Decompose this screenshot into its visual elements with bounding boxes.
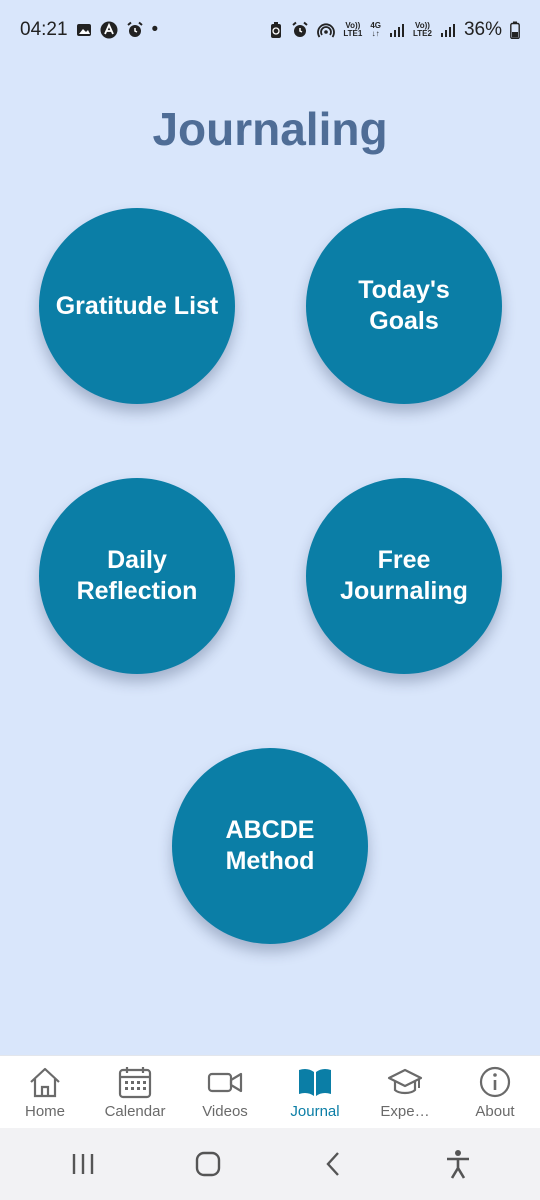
accessibility-icon: [446, 1150, 469, 1179]
nav-label-videos: Videos: [202, 1102, 248, 1120]
data-arrows-icon: ↓↑: [371, 29, 380, 38]
nav-item-about[interactable]: About: [450, 1056, 540, 1129]
video-icon: [207, 1072, 243, 1092]
gallery-icon: [76, 22, 92, 38]
volte2-indicator: Vo)) LTE2: [413, 22, 432, 38]
alarm-icon-right: [291, 21, 309, 39]
status-dot: •: [151, 19, 159, 40]
book-icon: [299, 1068, 331, 1096]
gratitude-list-button[interactable]: Gratitude List: [39, 208, 235, 404]
nav-label-about: About: [475, 1102, 515, 1120]
abcde-method-label: ABCDE Method: [225, 816, 315, 875]
signal-icon-2: [440, 22, 456, 38]
accessibility-button[interactable]: [428, 1134, 488, 1194]
app-notification-icon: [100, 21, 118, 39]
home-icon: [30, 1067, 60, 1097]
todays-goals-button[interactable]: Today's Goals: [306, 208, 502, 404]
daily-reflection-label: Daily Reflection: [76, 546, 198, 605]
status-left: 04:21 •: [20, 19, 158, 41]
nav-label-home: Home: [24, 1102, 65, 1120]
status-right: Vo)) LTE1 4G ↓↑ Vo)) LTE2 36%: [269, 19, 520, 41]
signal-icon-1: [389, 22, 405, 38]
volte1-indicator: Vo)) LTE1: [343, 22, 362, 38]
home-circle-icon: [195, 1151, 220, 1177]
nav-label-journal: Journal: [290, 1102, 340, 1120]
recent-apps-button[interactable]: [53, 1134, 113, 1194]
graduation-cap-icon: [387, 1068, 423, 1094]
battery-saver-icon: [269, 21, 283, 39]
nav-item-home[interactable]: Home: [0, 1056, 90, 1129]
home-system-button[interactable]: [178, 1134, 238, 1194]
nav-item-videos[interactable]: Videos: [180, 1056, 270, 1129]
recent-apps-icon: [72, 1154, 93, 1174]
gratitude-list-label: Gratitude List: [55, 291, 219, 320]
back-chevron-icon: [325, 1152, 339, 1176]
daily-reflection-button[interactable]: Daily Reflection: [39, 478, 235, 674]
free-journaling-button[interactable]: Free Journaling: [306, 478, 502, 674]
todays-goals-label: Today's Goals: [358, 276, 450, 335]
lte1-label: LTE1: [343, 29, 363, 38]
back-button[interactable]: [303, 1134, 363, 1194]
abcde-method-button[interactable]: ABCDE Method: [172, 748, 368, 944]
system-nav-bar: [0, 1128, 540, 1200]
page-title: Journaling: [152, 103, 388, 155]
info-icon: [479, 1066, 511, 1097]
network-type-indicator: 4G ↓↑: [370, 22, 381, 38]
nav-item-experts[interactable]: Expe…: [360, 1056, 450, 1129]
battery-percent: 36%: [463, 19, 502, 40]
status-time: 04:21: [20, 19, 68, 40]
nav-label-experts: Expe…: [380, 1102, 430, 1120]
battery-icon: [510, 21, 520, 39]
nav-label-calendar: Calendar: [104, 1102, 166, 1120]
nav-item-calendar[interactable]: Calendar: [90, 1056, 180, 1129]
status-bar: 04:21 • Vo)) LTE1 4G ↓↑ Vo)) LTE2 36%: [0, 0, 540, 60]
free-journaling-label: Free Journaling: [340, 546, 468, 605]
lte2-label: LTE2: [413, 29, 432, 38]
calendar-icon: [118, 1066, 152, 1098]
nav-item-journal[interactable]: Journal: [270, 1056, 360, 1129]
alarm-icon: [126, 21, 144, 39]
bottom-nav: Home Calendar Videos Journal Expe… About: [0, 1055, 540, 1128]
hotspot-icon: [317, 21, 336, 39]
